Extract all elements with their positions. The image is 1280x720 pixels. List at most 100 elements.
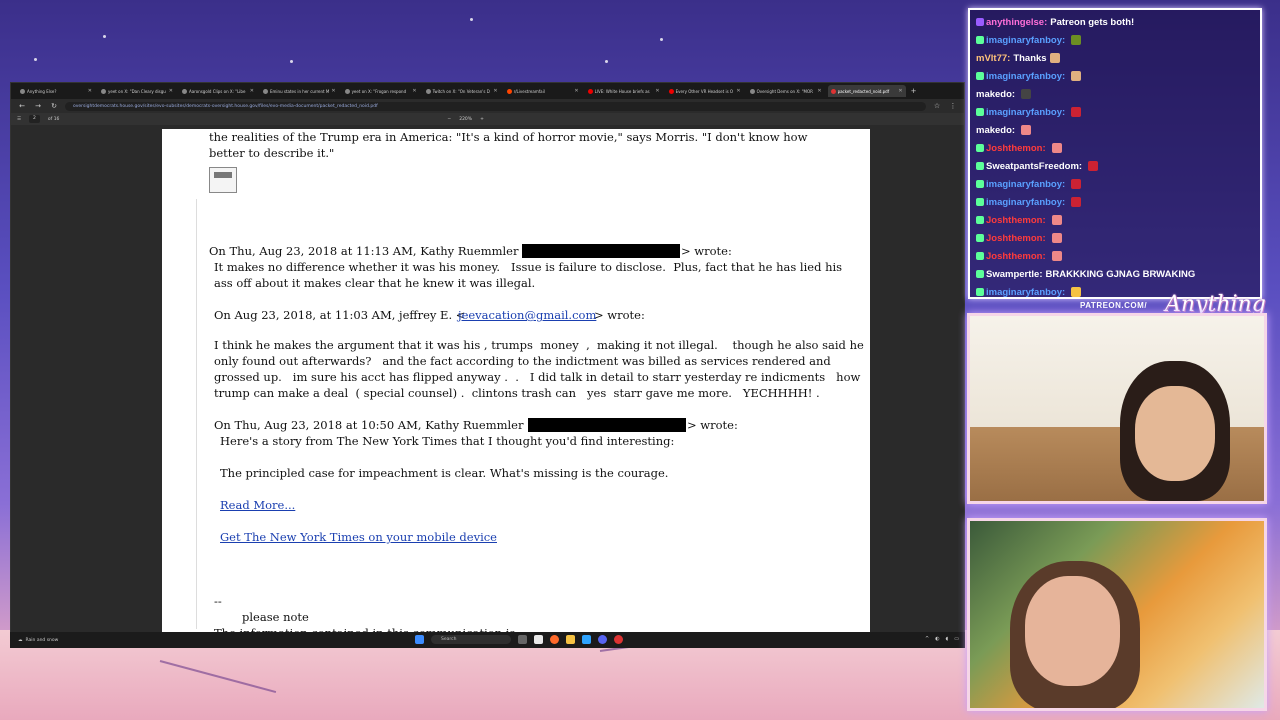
tab-label: Every Other VR Headset is O [675,88,734,94]
chat-username[interactable]: anythingelse: [986,17,1047,28]
menu-icon[interactable]: ⋮ [948,102,958,110]
chat-username[interactable]: imaginaryfanboy: [986,35,1065,46]
chat-username[interactable]: makedo: [976,89,1015,100]
back-icon[interactable]: ← [17,102,27,110]
emote-icon [1071,197,1082,208]
chat-message: anythingelse: Patreon gets both! [976,14,1254,32]
obs-icon[interactable] [614,635,623,644]
sub-badge-icon [976,288,984,297]
close-icon[interactable]: ✕ [331,88,335,94]
doc-line: > wrote: [687,418,738,432]
chat-username[interactable]: imaginaryfanboy: [986,287,1065,297]
tab[interactable]: yeet on X: "Frogan respond ✕ [342,85,420,97]
sub-badge-icon [976,270,984,279]
close-icon[interactable]: ✕ [655,88,659,94]
forward-icon[interactable]: → [33,102,43,110]
emote-icon [1021,125,1032,136]
tab[interactable]: LIVE: White House briefs as ✕ [585,85,663,97]
sidebar-toggle-icon[interactable]: ☰ [17,117,21,122]
doc-line: > wrote: [681,244,732,258]
close-icon[interactable]: ✕ [250,88,254,94]
tab[interactable]: Anything Else? ✕ [17,85,95,97]
pdf-page: the realities of the Trump era in Americ… [162,129,870,635]
start-icon[interactable] [415,635,424,644]
emote-icon [1071,35,1082,46]
battery-icon[interactable]: ▭ [954,636,959,642]
tab[interactable]: Oversight Dems on X: "MOR ✕ [747,85,825,97]
reload-icon[interactable]: ↻ [49,102,59,110]
new-tab-icon[interactable]: + [909,87,919,95]
chat-username[interactable]: Joshthemon: [986,215,1046,226]
star-icon[interactable]: ☆ [932,102,942,110]
file-icon[interactable] [534,635,543,644]
tab[interactable]: Every Other VR Headset is O ✕ [666,85,744,97]
chat-username[interactable]: Joshthemon: [986,251,1046,262]
zoom-out-icon[interactable]: − [447,117,451,122]
chat-username[interactable]: imaginaryfanboy: [986,197,1065,208]
nyt-mobile-link[interactable]: Get The New York Times on your mobile de… [220,529,497,545]
chat-username[interactable]: imaginaryfanboy: [986,107,1065,118]
task-view-icon[interactable] [518,635,527,644]
edge-icon[interactable] [582,635,591,644]
taskbar-search[interactable]: Search [431,635,511,644]
sub-badge-icon [976,108,984,117]
close-icon[interactable]: ✕ [493,88,497,94]
chat-username[interactable]: imaginaryfanboy: [986,71,1065,82]
zoom-level[interactable]: 220% [459,117,472,122]
close-icon[interactable]: ✕ [412,88,416,94]
chat-username[interactable]: Joshthemon: [986,233,1046,244]
tab[interactable]: Aaronsgold Clips on X: "Libe ✕ [179,85,257,97]
tab[interactable]: Twitch on X: "On Veteran's D ✕ [423,85,501,97]
network-icon[interactable]: ◐ [935,636,939,642]
sub-badge-icon [976,234,984,243]
chat-username[interactable]: Joshthemon: [986,143,1046,154]
tab-label: Eminu states in her current M [270,88,330,94]
chat-username[interactable]: SweatpantsFreedom: [986,161,1082,172]
page-number-input[interactable]: 2 [29,115,40,123]
close-icon[interactable]: ✕ [898,88,902,94]
close-icon[interactable]: ✕ [574,88,578,94]
favicon-icon [749,88,755,94]
system-tray: ^ ◐ ◖ ▭ [925,636,959,642]
chevron-up-icon[interactable]: ^ [925,636,929,642]
discord-icon[interactable] [598,635,607,644]
pdf-viewer[interactable]: the realities of the Trump era in Americ… [11,125,964,637]
doc-line: The principled case for impeachment is c… [220,466,669,480]
weather-icon[interactable]: ☁ [18,638,23,643]
close-icon[interactable]: ✕ [736,88,740,94]
tab[interactable]: r/Livestreamfail ✕ [504,85,582,97]
favicon-icon [263,88,268,94]
favicon-icon [668,88,674,94]
doc-line: On Thu, Aug 23, 2018 at 11:13 AM, Kathy … [209,244,532,258]
tab-label: Aaronsgold Clips on X: "Libe [189,88,246,94]
url-field[interactable]: oversightdemocrats.house.gov/sites/evo-s… [65,101,926,111]
doc-line: On Aug 23, 2018, at 11:03 AM, jeffrey E.… [214,308,466,322]
pdf-toolbar: ☰ 2 of 16 − 220% + [11,113,964,125]
tab[interactable]: Eminu states in her current M ✕ [260,85,339,97]
favicon-icon [101,88,106,94]
tab-label: yeet on X: "Dan Cleary disgu [108,88,166,94]
folder-icon[interactable] [566,635,575,644]
close-icon[interactable]: ✕ [817,88,821,94]
zoom-in-icon[interactable]: + [480,117,484,122]
read-more-link[interactable]: Read More... [220,497,295,513]
chat-username[interactable]: imaginaryfanboy: [986,179,1065,190]
chat-message: imaginaryfanboy: [976,194,1254,212]
tab[interactable]: yeet on X: "Dan Cleary disgu ✕ [98,85,176,97]
chat-message: imaginaryfanboy: [976,68,1254,86]
embedded-image [209,167,237,193]
email-link[interactable]: jeevacation@gmail.com [458,307,596,323]
chat-username[interactable]: makedo: [976,125,1015,136]
chat-username[interactable]: mVlt77: [976,53,1010,64]
emote-icon [1051,143,1062,154]
tab-active[interactable]: packet_redacted_noid.pdf ✕ [827,85,906,97]
close-icon[interactable]: ✕ [169,88,173,94]
streamer-face [1025,576,1120,686]
chat-username[interactable]: Swampertle: [986,269,1043,280]
volume-icon[interactable]: ◖ [946,636,949,642]
doc-line: > wrote: [594,308,645,322]
sub-badge-icon [976,36,984,45]
chat-text: Patreon gets both! [1050,17,1135,28]
close-icon[interactable]: ✕ [88,88,92,94]
firefox-icon[interactable] [550,635,559,644]
